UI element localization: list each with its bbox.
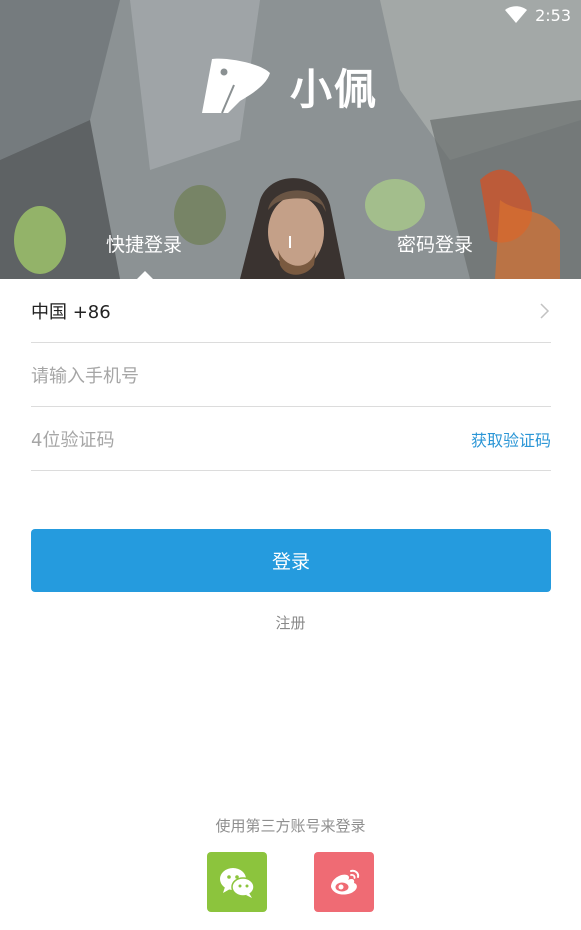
tab-password-login[interactable]: 密码登录 [397, 230, 473, 257]
register-link[interactable]: 注册 [0, 612, 581, 633]
login-tabs: 快捷登录 密码登录 [0, 222, 581, 279]
logo-icon [202, 58, 270, 114]
get-code-button[interactable]: 获取验证码 [471, 427, 551, 451]
wechat-icon [220, 868, 255, 898]
login-form: 中国 +86 请输入手机号 4位验证码 获取验证码 [31, 279, 551, 471]
weibo-login-button[interactable] [314, 852, 374, 912]
brand-logo: 小佩 [200, 56, 378, 116]
brand-name: 小佩 [290, 64, 379, 114]
wifi-icon [505, 6, 528, 23]
wechat-login-button[interactable] [207, 852, 267, 912]
country-code: 中国 +86 [31, 301, 111, 323]
login-button[interactable]: 登录 [31, 529, 551, 592]
status-time: 2:53 [535, 5, 571, 25]
code-placeholder: 4位验证码 [31, 429, 115, 451]
code-input[interactable]: 4位验证码 获取验证码 [31, 407, 551, 471]
weibo-icon [331, 869, 360, 895]
phone-placeholder: 请输入手机号 [31, 365, 139, 387]
chevron-right-icon [540, 302, 550, 319]
status-bar: 2:53 [505, 0, 581, 30]
country-selector[interactable]: 中国 +86 [31, 279, 551, 343]
hero-banner: 2:53 小佩 快捷登录 密码登录 [0, 0, 581, 279]
tab-divider [289, 236, 291, 248]
tab-active-indicator [137, 271, 153, 279]
phone-input[interactable]: 请输入手机号 [31, 343, 551, 407]
third-party-title: 使用第三方账号来登录 [215, 817, 366, 835]
tab-quick-login[interactable]: 快捷登录 [106, 230, 182, 257]
